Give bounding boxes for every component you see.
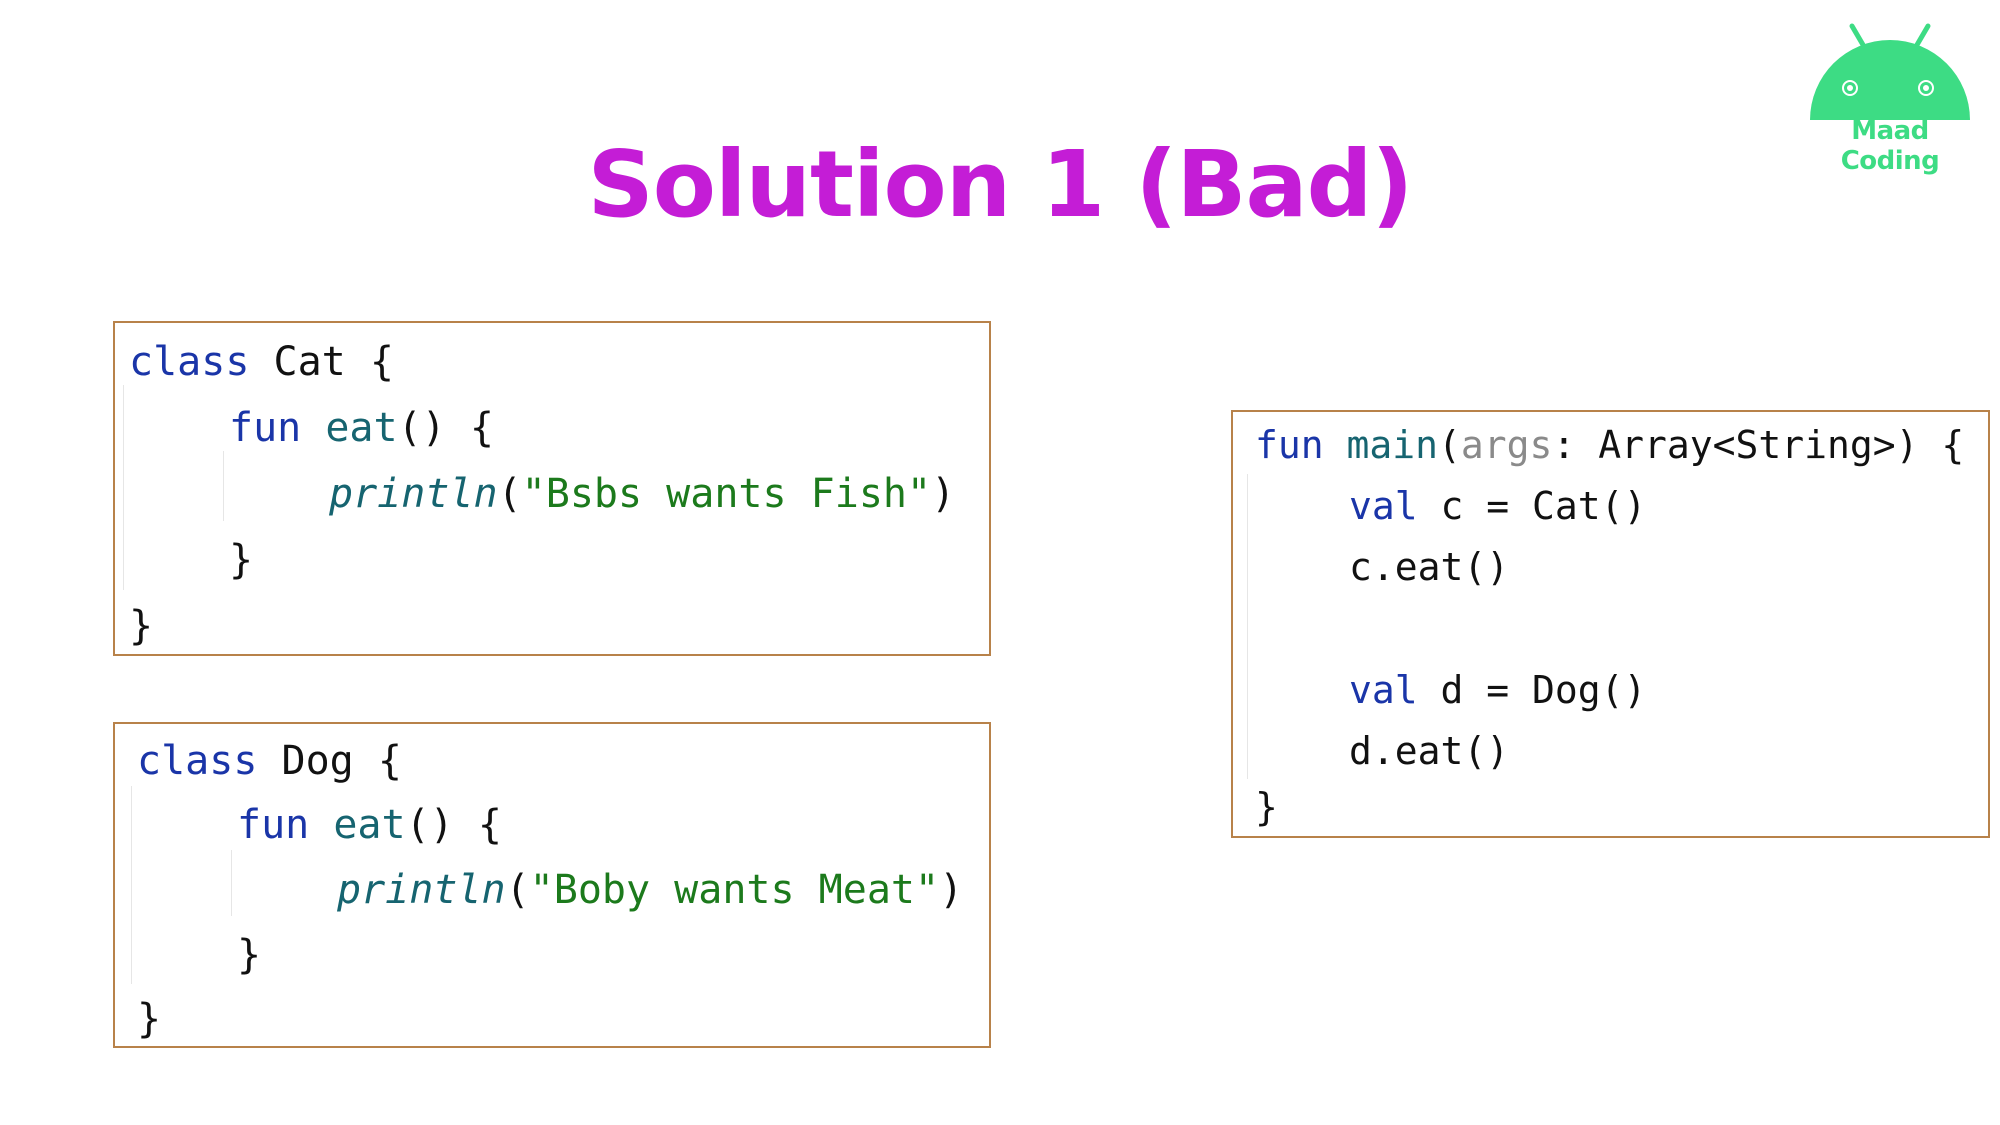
code-text: d.eat() (1349, 729, 1510, 773)
code-line: } (137, 994, 161, 1044)
function-name: eat (309, 802, 406, 848)
code-line: fun main(args: Array<String>) { (1255, 420, 1964, 470)
keyword: val (1349, 484, 1418, 528)
code-text: Cat { (249, 339, 394, 385)
code-text: } (137, 996, 162, 1042)
code-text: c = Cat() (1417, 484, 1647, 528)
code-text: ( (497, 471, 522, 517)
code-text: c.eat() (1349, 545, 1510, 589)
code-text: } (237, 932, 262, 978)
parameter-name: args (1460, 423, 1553, 467)
dog-class-code-box: class Dog { fun eat() { println("Boby wa… (113, 722, 991, 1048)
slide-title: Solution 1 (Bad) (587, 131, 1414, 238)
code-line: println("Bsbs wants Fish") (329, 469, 955, 519)
function-name: main (1323, 423, 1439, 467)
logo-text: Maad Coding (1840, 116, 1940, 176)
code-line: } (237, 930, 261, 980)
code-text: } (1255, 785, 1278, 829)
keyword: fun (1255, 423, 1324, 467)
keyword: val (1349, 668, 1418, 712)
keyword: fun (237, 802, 310, 848)
code-line: println("Boby wants Meat") (337, 865, 963, 915)
code-text: } (129, 603, 154, 649)
keyword: class (137, 738, 258, 784)
code-line: class Cat { (129, 337, 394, 387)
function-call: println (329, 471, 498, 517)
code-line: c.eat() (1349, 542, 1509, 592)
main-function-code-box: fun main(args: Array<String>) { val c = … (1231, 410, 1990, 838)
keyword: class (129, 339, 250, 385)
code-text: ) (939, 867, 964, 913)
code-line: class Dog { (137, 736, 402, 786)
code-line: } (129, 601, 153, 651)
code-line: fun eat() { (229, 403, 494, 453)
code-line: val d = Dog() (1349, 665, 1646, 715)
code-line: } (229, 535, 253, 585)
code-text: ) (931, 471, 956, 517)
string-literal: "Bsbs wants Fish" (521, 471, 932, 517)
code-text: Dog { (257, 738, 402, 784)
code-text: ( (1438, 423, 1461, 467)
code-text: ( (505, 867, 530, 913)
cat-class-code-box: class Cat { fun eat() { println("Bsbs wa… (113, 321, 991, 656)
code-line: fun eat() { (237, 800, 502, 850)
code-text: } (229, 537, 254, 583)
code-line: val c = Cat() (1349, 481, 1646, 531)
function-name: eat (301, 405, 398, 451)
code-line: d.eat() (1349, 726, 1509, 776)
string-literal: "Boby wants Meat" (529, 867, 940, 913)
code-text: d = Dog() (1417, 668, 1647, 712)
code-line: } (1255, 782, 1278, 832)
code-text: : Array<String>) { (1552, 423, 1965, 467)
code-text: () { (405, 802, 502, 848)
function-call: println (337, 867, 506, 913)
keyword: fun (229, 405, 302, 451)
code-text: () { (397, 405, 494, 451)
